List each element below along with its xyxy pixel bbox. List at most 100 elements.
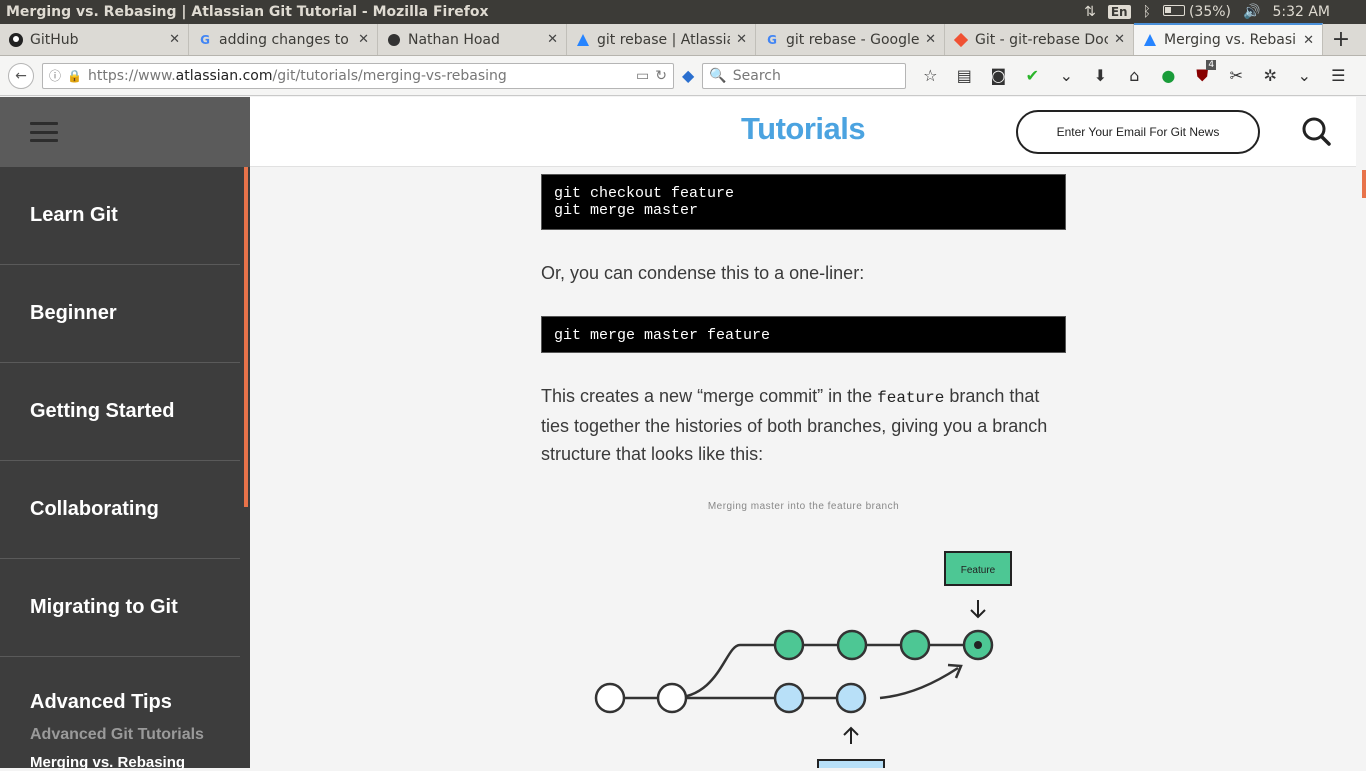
extension-bug-icon[interactable]: ✲	[1260, 66, 1280, 85]
paragraph-merge-commit: This creates a new “merge commit” in the…	[541, 382, 1066, 468]
url-path: /git/tutorials/merging-vs-rebasing	[272, 67, 507, 84]
tab-google-adding-changes[interactable]: G adding changes to ✕	[189, 24, 378, 55]
bluetooth-icon[interactable]: ᛒ	[1143, 4, 1151, 20]
close-tab-icon[interactable]: ✕	[358, 32, 369, 47]
sidebar-item-collaborating[interactable]: Collaborating	[0, 461, 240, 559]
commit-node-feature-1	[773, 629, 805, 661]
new-tab-button[interactable]: +	[1323, 24, 1359, 55]
tab-merging-vs-rebasing[interactable]: Merging vs. Rebasi ✕	[1134, 23, 1323, 55]
hamburger-menu-icon[interactable]	[30, 122, 58, 142]
url-bar[interactable]: ⓘ 🔒 https://www.atlassian.com/git/tutori…	[42, 62, 674, 89]
commit-node-base-1	[594, 682, 626, 714]
site-icon	[386, 32, 402, 48]
ublock-badge: 4	[1206, 59, 1217, 70]
tab-google-git-rebase[interactable]: G git rebase - Google ✕	[756, 24, 945, 55]
tab-github[interactable]: GitHub ✕	[0, 24, 189, 55]
keyboard-layout-indicator[interactable]: En	[1107, 5, 1131, 19]
back-button[interactable]: ←	[8, 62, 34, 89]
inline-code-feature: feature	[877, 389, 945, 407]
sidebar-item-learn-git[interactable]: Learn Git	[0, 167, 240, 265]
close-tab-icon[interactable]: ✕	[547, 32, 558, 47]
paragraph-one-liner: Or, you can condense this to a one-liner…	[541, 263, 865, 283]
sidebar-item-getting-started[interactable]: Getting Started	[0, 363, 240, 461]
atlassian-icon	[1142, 32, 1158, 48]
tab-nathan-hoad[interactable]: Nathan Hoad ✕	[378, 24, 567, 55]
sidebar-accent-bar	[244, 167, 248, 507]
volume-icon[interactable]: 🔊	[1243, 4, 1260, 20]
sidebar-item-advanced-tips[interactable]: Advanced Tips	[0, 657, 240, 714]
tab-label: git rebase - Google	[786, 31, 920, 48]
commit-node-master-1	[773, 682, 805, 714]
sidebar-item-migrating[interactable]: Migrating to Git	[0, 559, 240, 657]
close-tab-icon[interactable]: ✕	[1303, 33, 1314, 48]
reader-view-icon[interactable]: ▭	[636, 68, 649, 84]
battery-icon	[1162, 5, 1185, 16]
bookmark-star-icon[interactable]: ☆	[920, 66, 940, 85]
bookmarks-list-icon[interactable]: ▤	[954, 66, 974, 85]
tab-label: Git - git-rebase Doc	[975, 31, 1109, 48]
dropdown-chevron-icon[interactable]: ⌄	[1056, 66, 1076, 85]
email-signup-button[interactable]: Enter Your Email For Git News	[1016, 110, 1260, 154]
pocket-icon[interactable]: ◙	[988, 66, 1008, 85]
url-text[interactable]: https://www.atlassian.com/git/tutorials/…	[88, 68, 630, 84]
reload-icon[interactable]: ↻	[655, 68, 667, 84]
code-block-merge-one-liner: git merge master feature	[541, 316, 1066, 353]
tab-label: Nathan Hoad	[408, 31, 500, 48]
dropdown-chevron-icon[interactable]: ⌄	[1294, 66, 1314, 85]
tab-git-rebase-docs[interactable]: Git - git-rebase Doc ✕	[945, 24, 1134, 55]
menu-icon[interactable]: ☰	[1328, 66, 1348, 85]
url-domain: atlassian.com	[175, 67, 273, 84]
commit-node-base-2	[656, 682, 688, 714]
branch-line-feature	[671, 643, 978, 700]
sidebar-item-beginner[interactable]: Beginner	[0, 265, 240, 363]
tab-label: Merging vs. Rebasi	[1164, 32, 1297, 48]
google-icon: G	[767, 32, 777, 47]
github-icon	[8, 32, 24, 48]
master-label-box	[817, 759, 885, 768]
sidebar-item-label: Advanced Tips	[30, 691, 172, 713]
close-tab-icon[interactable]: ✕	[925, 32, 936, 47]
scrollbar-thumb[interactable]	[1362, 170, 1366, 198]
extension-green-icon[interactable]: ●	[1158, 66, 1178, 85]
battery-percent: (35%)	[1188, 4, 1232, 20]
toolbar-icons: ☆ ▤ ◙ ✔ ⌄ ⬇ ⌂ ● ⛊ 4 ✂ ✲ ⌄ ☰	[920, 59, 1348, 86]
tab-atlassian-git-rebase[interactable]: git rebase | Atlassia ✕	[567, 24, 756, 55]
screenshot-icon[interactable]: ✂	[1226, 66, 1246, 85]
sidebar-subitem-current-page[interactable]: Merging vs. Rebasing	[0, 754, 250, 771]
ublock-icon[interactable]: ⛊ 4	[1192, 59, 1217, 86]
figure-caption: Merging master into the feature branch	[707, 501, 900, 512]
lock-icon: 🔒	[67, 68, 82, 83]
home-icon[interactable]: ⌂	[1124, 66, 1144, 85]
system-tray: ⇅ En ᛒ (35%) 🔊 5:32 AM	[1084, 4, 1366, 20]
merge-commit-marker-icon	[974, 641, 982, 649]
site-brand[interactable]: Tutorials	[741, 111, 866, 147]
url-prefix: https://www.	[87, 67, 176, 84]
atlassian-icon	[575, 32, 591, 48]
paragraph-text: This creates a new “merge commit” in the	[541, 386, 878, 406]
git-icon	[953, 32, 969, 48]
site-header: Tutorials Enter Your Email For Git News	[250, 97, 1356, 167]
info-icon[interactable]: ⓘ	[49, 67, 61, 84]
tab-label: adding changes to	[219, 31, 349, 48]
check-extension-icon[interactable]: ✔	[1022, 66, 1042, 85]
search-icon[interactable]	[1302, 117, 1332, 151]
navigation-toolbar: ← ⓘ 🔒 https://www.atlassian.com/git/tuto…	[0, 56, 1366, 96]
close-tab-icon[interactable]: ✕	[1114, 32, 1125, 47]
battery-indicator[interactable]: (35%)	[1162, 4, 1232, 20]
close-tab-icon[interactable]: ✕	[169, 32, 180, 47]
close-tab-icon[interactable]: ✕	[736, 32, 747, 47]
network-icon[interactable]: ⇅	[1084, 4, 1096, 20]
feature-label-text: Feature	[961, 565, 996, 576]
clock[interactable]: 5:32 AM	[1272, 4, 1330, 20]
search-field[interactable]: 🔍 Search	[702, 62, 907, 89]
os-title-bar: Merging vs. Rebasing | Atlassian Git Tut…	[0, 0, 1366, 24]
google-icon: G	[200, 32, 210, 47]
search-glass-icon: 🔍	[709, 67, 727, 84]
sidebar-subitem-advanced-git-tutorials[interactable]: Advanced Git Tutorials	[0, 726, 250, 744]
extension-bird-icon[interactable]: ◆	[682, 66, 694, 85]
download-icon[interactable]: ⬇	[1090, 66, 1110, 85]
article-content: git checkout feature git merge master Or…	[541, 167, 1066, 512]
tab-label: git rebase | Atlassia	[597, 31, 731, 48]
search-placeholder: Search	[732, 67, 781, 84]
merge-arrow-line	[879, 666, 959, 700]
